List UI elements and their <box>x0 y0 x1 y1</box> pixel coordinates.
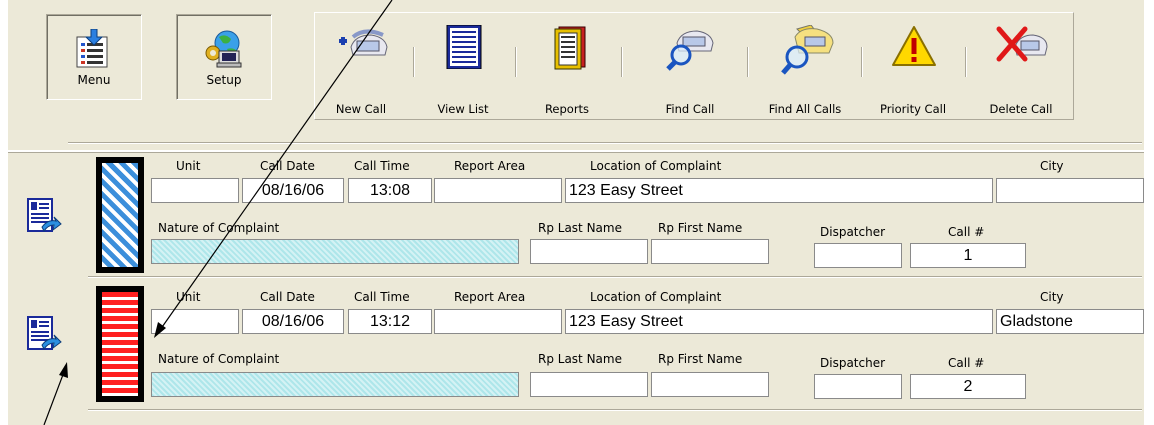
new-call-button[interactable]: New Call <box>315 13 407 121</box>
report-area-field[interactable] <box>434 309 562 334</box>
menu-label: Menu <box>77 73 111 87</box>
setup-globe-computer-icon <box>205 30 242 68</box>
unit-field[interactable] <box>151 309 239 334</box>
nature-label: Nature of Complaint <box>158 352 280 366</box>
unit-label: Unit <box>176 159 201 173</box>
rp-last-name-field[interactable] <box>530 372 648 397</box>
setup-label: Setup <box>206 73 242 87</box>
toolbar-panel: Menu Setup New Call View List Reports Fi… <box>8 0 1144 150</box>
reports-icon <box>554 26 586 70</box>
location-field[interactable]: 123 Easy Street <box>565 309 993 334</box>
rp-first-name-label: Rp First Name <box>658 352 743 366</box>
call-number-label: Call # <box>948 225 985 239</box>
nature-field[interactable] <box>151 239 519 264</box>
separator <box>861 47 863 77</box>
separator <box>515 47 517 77</box>
city-label: City <box>1040 159 1064 173</box>
delete-call-label: Delete Call <box>989 102 1053 116</box>
rp-last-name-label: Rp Last Name <box>538 352 622 366</box>
dispatcher-field[interactable] <box>814 374 902 399</box>
priority-call-label: Priority Call <box>879 102 947 116</box>
priority-warning-icon <box>892 26 936 66</box>
rp-last-name-field[interactable] <box>530 239 648 264</box>
call-date-field[interactable]: 08/16/06 <box>242 309 344 334</box>
delete-call-icon <box>996 26 1048 62</box>
new-call-label: New Call <box>335 102 387 116</box>
view-list-button[interactable]: View List <box>419 13 507 121</box>
call-time-field[interactable]: 13:08 <box>348 178 432 203</box>
unit-label: Unit <box>176 290 201 304</box>
location-label: Location of Complaint <box>590 159 722 173</box>
find-call-label: Find Call <box>665 102 715 116</box>
call-date-field[interactable]: 08/16/06 <box>242 178 344 203</box>
city-label: City <box>1040 290 1064 304</box>
rp-first-name-label: Rp First Name <box>658 221 743 235</box>
report-area-label: Report Area <box>454 290 526 304</box>
rp-first-name-field[interactable] <box>651 239 769 264</box>
report-area-field[interactable] <box>434 178 562 203</box>
call-date-label: Call Date <box>260 290 315 304</box>
toolbar-divider <box>68 142 1142 144</box>
nature-field[interactable] <box>151 372 519 397</box>
priority-call-button[interactable]: Priority Call <box>867 13 959 121</box>
find-all-calls-icon <box>781 25 834 75</box>
priority-indicator <box>96 157 144 273</box>
open-record-icon[interactable] <box>26 315 62 355</box>
call-time-label: Call Time <box>354 290 410 304</box>
record-divider <box>88 409 1142 411</box>
call-number-label: Call # <box>948 356 985 370</box>
delete-call-button[interactable]: Delete Call <box>971 13 1071 121</box>
find-all-calls-button[interactable]: Find All Calls <box>755 13 855 121</box>
rp-first-name-field[interactable] <box>651 372 769 397</box>
separator <box>747 47 749 77</box>
report-area-label: Report Area <box>454 159 526 173</box>
reports-button[interactable]: Reports <box>521 13 613 121</box>
dispatcher-field[interactable] <box>814 243 902 268</box>
call-number-field[interactable]: 1 <box>910 243 1026 268</box>
call-toolbar: New Call View List Reports Find Call Fin… <box>314 12 1074 120</box>
call-time-label: Call Time <box>354 159 410 173</box>
city-field[interactable]: Gladstone <box>996 309 1144 334</box>
dispatcher-label: Dispatcher <box>820 356 886 370</box>
call-time-field[interactable]: 13:12 <box>348 309 432 334</box>
call-number-field[interactable]: 2 <box>910 374 1026 399</box>
menu-icon <box>76 29 108 68</box>
priority-indicator <box>96 286 144 402</box>
open-record-icon[interactable] <box>26 197 62 237</box>
records-panel: Unit Call Date Call Time Report Area Loc… <box>8 152 1144 425</box>
dispatcher-label: Dispatcher <box>820 225 886 239</box>
find-all-calls-label: Find All Calls <box>768 102 842 116</box>
new-call-icon <box>339 29 388 56</box>
setup-button[interactable]: Setup <box>176 14 272 100</box>
rp-last-name-label: Rp Last Name <box>538 221 622 235</box>
find-call-button[interactable]: Find Call <box>645 13 735 121</box>
separator <box>965 47 967 77</box>
call-date-label: Call Date <box>260 159 315 173</box>
find-call-icon <box>666 30 714 71</box>
view-list-icon <box>446 25 482 69</box>
view-list-label: View List <box>437 102 489 116</box>
separator <box>621 47 623 77</box>
unit-field[interactable] <box>151 178 239 203</box>
location-label: Location of Complaint <box>590 290 722 304</box>
city-field[interactable] <box>996 178 1144 203</box>
nature-label: Nature of Complaint <box>158 221 280 235</box>
reports-label: Reports <box>544 102 590 116</box>
menu-button[interactable]: Menu <box>46 14 142 100</box>
record-divider <box>88 276 1142 278</box>
location-field[interactable]: 123 Easy Street <box>565 178 993 203</box>
separator <box>413 47 415 77</box>
